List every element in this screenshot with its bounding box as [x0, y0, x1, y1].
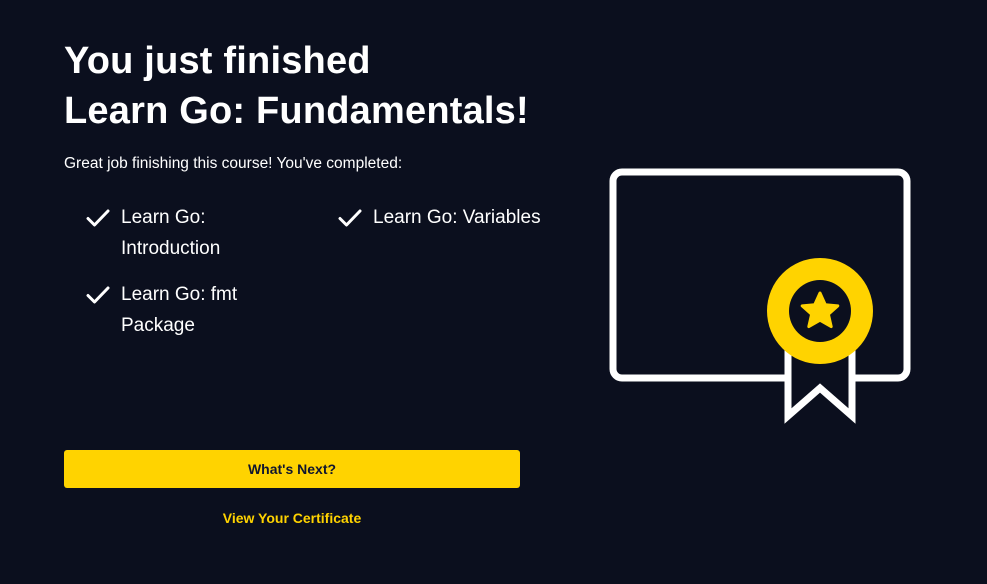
page-title: You just finished Learn Go: Fundamentals…	[64, 36, 529, 136]
completed-module-label: Learn Go: fmt Package	[121, 284, 238, 336]
completion-subtitle: Great job finishing this course! You've …	[64, 155, 403, 172]
completed-module-item: Learn Go: Introduction	[86, 202, 271, 264]
completed-module-item: Learn Go: fmt Package	[86, 279, 271, 341]
title-line-1: You just finished	[64, 40, 371, 82]
certificate-icon	[609, 168, 911, 424]
completed-module-label: Learn Go: Variables	[373, 207, 541, 228]
title-line-2: Learn Go: Fundamentals!	[64, 90, 529, 132]
completed-module-label: Learn Go: Introduction	[121, 207, 221, 259]
completed-module-item: Learn Go: Variables	[338, 202, 573, 233]
whats-next-button[interactable]: What's Next?	[64, 450, 520, 488]
view-certificate-link[interactable]: View Your Certificate	[64, 510, 520, 526]
checkmark-icon	[86, 286, 110, 304]
checkmark-icon	[86, 209, 110, 227]
checkmark-icon	[338, 209, 362, 227]
